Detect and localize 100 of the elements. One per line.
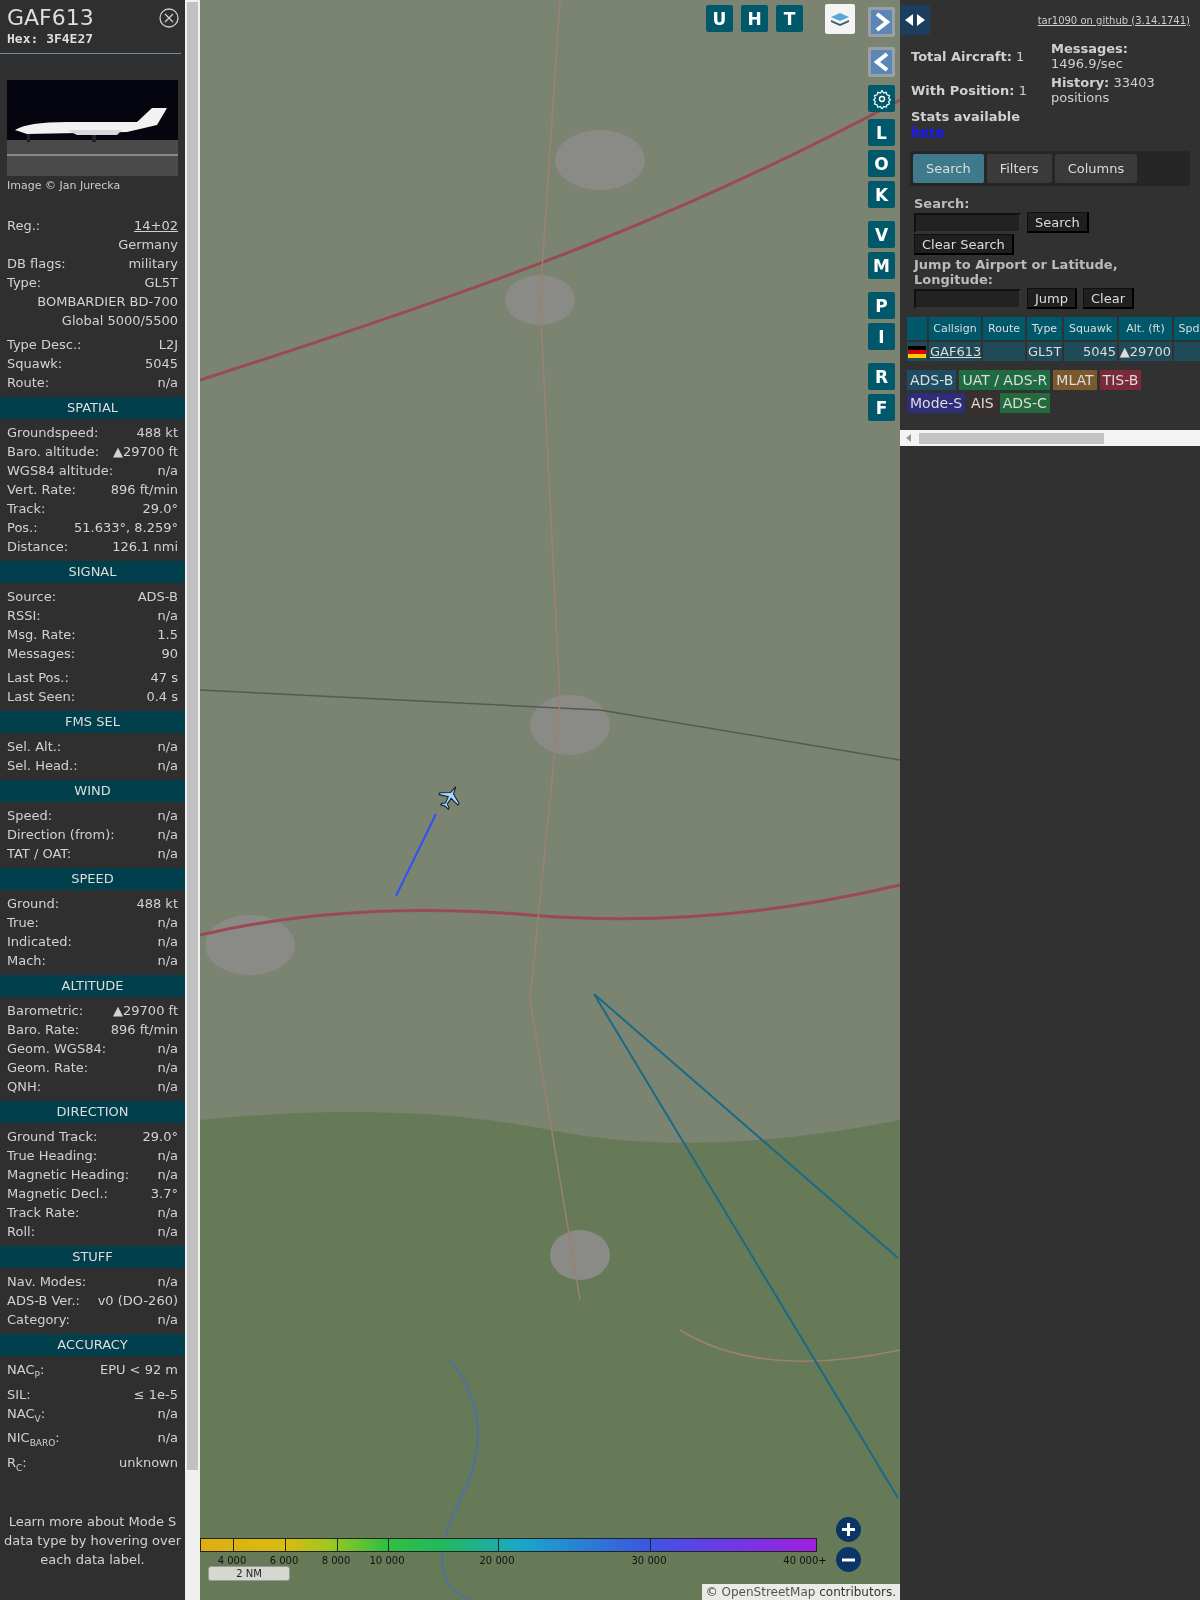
field-label: True Heading: (7, 1147, 98, 1165)
section-header: SIGNAL (0, 561, 185, 583)
map-toggle-button[interactable]: V (868, 221, 895, 248)
search-button[interactable]: Search (1027, 212, 1089, 233)
map-toggle-button[interactable]: H (741, 5, 768, 32)
column-header[interactable]: Alt. (ft) (1119, 317, 1172, 340)
field-value: 0.4 s (146, 688, 178, 706)
section-header: SPEED (0, 868, 185, 890)
field-label: Geom. WGS84: (7, 1040, 107, 1058)
help-note: Learn more about Mode S data type by hovering over each data label. (2, 1513, 183, 1570)
field-value: 90 (161, 645, 178, 663)
field-label: Mach: (7, 952, 46, 970)
map-toggle-button[interactable]: U (706, 5, 733, 32)
map-toggle-button[interactable]: M (868, 252, 895, 279)
field-value: 126.1 nmi (112, 538, 178, 556)
section-header: ACCURACY (0, 1334, 185, 1356)
tab[interactable]: Filters (986, 154, 1052, 183)
map-toggle-button[interactable]: I (868, 323, 895, 350)
column-header[interactable]: Route (983, 317, 1025, 340)
close-icon[interactable] (159, 8, 179, 28)
map-toggle-button[interactable]: F (868, 394, 895, 421)
field-label: Nav. Modes: (7, 1273, 87, 1291)
column-header[interactable]: Spd (1174, 317, 1200, 340)
source-tag: MLAT (1053, 370, 1097, 390)
hex-code: Hex: 3F4E27 (6, 31, 95, 46)
field-label: Speed: (7, 807, 53, 825)
field-value: n/a (157, 1040, 178, 1058)
field-label: Msg. Rate: (7, 626, 76, 644)
map-toggle-button[interactable]: P (868, 292, 895, 319)
column-header[interactable]: Callsign (929, 317, 981, 340)
stat-label: Stats available (911, 109, 1021, 124)
field-label: NAC$_{P}$: (7, 1361, 45, 1382)
map-toggle-button[interactable]: K (868, 181, 895, 208)
table-cell: GL5T (1027, 342, 1062, 361)
field-label: Vert. Rate: (7, 481, 76, 499)
field-value: L2J (158, 336, 178, 354)
field-value: n/a (157, 1429, 178, 1448)
map-toggle-button[interactable]: R (868, 363, 895, 390)
horizontal-scrollbar[interactable] (900, 430, 1200, 446)
altitude-scale-label: 20 000 (479, 1555, 515, 1566)
search-field[interactable] (914, 212, 1021, 233)
field-value: ≤ 1e-5 (133, 1385, 178, 1404)
field-value: n/a (157, 807, 178, 825)
section-header: DIRECTION (0, 1101, 185, 1123)
field-value: 1.5 (157, 626, 178, 644)
field-label: Ground: (7, 895, 60, 913)
field-label: True: (7, 914, 39, 932)
next-button[interactable] (868, 7, 895, 37)
minus-icon (841, 1557, 856, 1562)
settings-button[interactable] (868, 85, 895, 112)
chevron-left-icon (873, 52, 890, 72)
registration-link[interactable]: 14+02 (134, 216, 178, 235)
field-label: Indicated: (7, 933, 72, 951)
tab[interactable]: Columns (1054, 154, 1138, 183)
airplane-icon[interactable] (437, 784, 463, 810)
field-value: n/a (157, 374, 178, 392)
field-label: Track Rate: (7, 1204, 80, 1222)
field-value: n/a (157, 757, 178, 775)
back-button[interactable] (868, 47, 895, 77)
field-value: n/a (157, 1311, 178, 1329)
jump-label: Jump to Airport or Latitude, Longitude: (914, 257, 1119, 287)
field-label: Geom. Rate: (7, 1059, 89, 1077)
jump-field[interactable] (914, 288, 1021, 309)
field-label: Ground Track: (7, 1128, 98, 1146)
panel-toggle-button[interactable] (900, 5, 930, 35)
field-value: n/a (157, 462, 178, 480)
layers-button[interactable] (825, 4, 855, 34)
field-label: Roll: (7, 1223, 35, 1241)
field-label: TAT / OAT: (7, 845, 72, 863)
map-attribution: © OpenStreetMap contributors. (701, 1584, 900, 1600)
field-value: 5045 (144, 355, 178, 373)
altitude-scale-label: 30 000 (631, 1555, 667, 1566)
field-label: Reg.: (7, 217, 41, 235)
field-label: Squawk: (7, 355, 63, 373)
tab[interactable]: Search (913, 154, 984, 183)
column-header[interactable]: Type (1027, 317, 1062, 340)
field-label: Groundspeed: (7, 424, 99, 442)
field-value: BOMBARDIER BD-700 Global 5000/5500 (37, 293, 178, 330)
field-value: ADS-B (137, 588, 178, 606)
clear-button[interactable]: Clear (1083, 288, 1134, 309)
field-value: n/a (157, 914, 178, 932)
section-header: ALTITUDE (0, 975, 185, 997)
clear-search-button[interactable]: Clear Search (914, 234, 1014, 255)
source-tag: TIS-B (1099, 370, 1142, 390)
map-toggle-button[interactable]: L (868, 119, 895, 146)
source-tag: AIS (968, 393, 997, 413)
field-label: Distance: (7, 538, 69, 556)
chevron-right-icon (873, 12, 890, 32)
field-value: 29.0° (142, 1128, 178, 1146)
scrollbar[interactable] (185, 0, 200, 1600)
map-toggle-button[interactable]: O (868, 150, 895, 177)
field-value: n/a (157, 1166, 178, 1184)
attribution-link[interactable]: OpenStreetMap (721, 1585, 816, 1599)
stat-text: Total Aircraft: 1 (911, 49, 1026, 64)
jump-button[interactable]: Jump (1027, 288, 1077, 309)
callsign-link[interactable]: GAF613 (930, 344, 982, 359)
map-toggle-button[interactable]: T (776, 5, 803, 32)
version-link[interactable]: tar1090 on github (3.14.1741) (1037, 14, 1190, 26)
field-label: DB flags: (7, 255, 66, 273)
column-header[interactable]: Squawk (1064, 317, 1117, 340)
